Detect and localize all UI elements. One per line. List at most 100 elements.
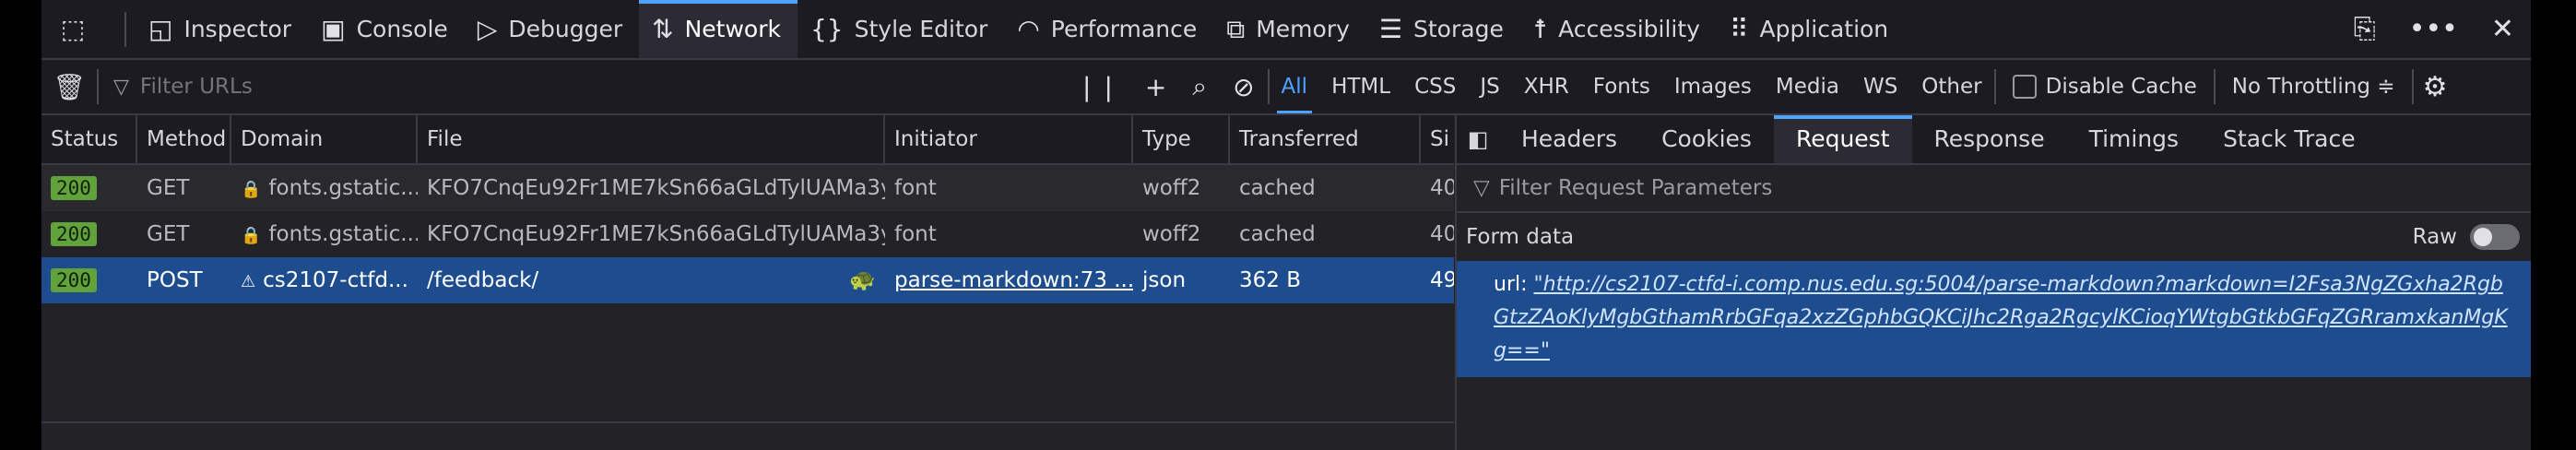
tab-memory[interactable]: ⧉ Memory <box>1213 0 1366 58</box>
initiator-cell: font <box>894 176 937 200</box>
status-cell: 200 <box>41 211 137 257</box>
filter-ws[interactable]: WS <box>1851 60 1909 113</box>
filter-all[interactable]: All <box>1270 60 1320 113</box>
size-cell: 40 <box>1430 176 1454 200</box>
transferred-cell: cached <box>1239 222 1316 246</box>
tab-timings[interactable]: Timings <box>2067 115 2202 163</box>
gear-icon[interactable]: ⚙ <box>2423 71 2448 103</box>
filter-xhr[interactable]: XHR <box>1512 60 1581 113</box>
domain-cell: ⚠ cs2107-ctfd... <box>231 257 418 303</box>
table-header: Status Method Domain File Initiator Type… <box>41 115 1454 165</box>
method-cell: POST <box>147 268 203 292</box>
lock-icon: 🔒 <box>241 226 262 245</box>
method-cell: GET <box>147 176 190 200</box>
filter-fonts[interactable]: Fonts <box>1581 60 1662 113</box>
clear-log-button[interactable]: 🗑 <box>41 72 97 102</box>
storage-icon: ☰ <box>1378 14 1403 44</box>
requests-table: Status Method Domain File Initiator Type… <box>41 115 1454 450</box>
dock-icon[interactable]: ⎘ <box>2354 13 2376 45</box>
more-options-icon[interactable]: ••• <box>2409 13 2458 45</box>
tab-cookies[interactable]: Cookies <box>1639 115 1774 163</box>
initiator-cell: parse-markdown:73 ... <box>885 257 1133 303</box>
close-icon[interactable]: ✕ <box>2491 13 2514 45</box>
tab-label: Debugger <box>508 16 623 42</box>
initiator-cell: font <box>894 222 937 246</box>
element-picker-button[interactable]: ⬚ <box>41 0 115 58</box>
table-row[interactable]: 200 GET 🔒 fonts.gstatic... KFO7CnqEu92Fr1… <box>41 165 1454 211</box>
toolbar-actions: ⎘ ••• ✕ <box>2337 0 2531 58</box>
console-icon: ▣ <box>321 14 346 44</box>
block-icon[interactable]: ⊘ <box>1233 72 1254 102</box>
tab-inspector[interactable]: ◱ Inspector <box>136 0 308 58</box>
column-transferred[interactable]: Transferred <box>1230 115 1421 163</box>
toolbar-divider <box>124 11 126 47</box>
param-value-link[interactable]: "http://cs2107-ctfd-i.comp.nus.edu.sg:50… <box>1494 273 2508 362</box>
tab-headers[interactable]: Headers <box>1499 115 1639 163</box>
tab-accessibility[interactable]: ☨ Accessibility <box>1520 0 1717 58</box>
filter-icon: ▽ <box>113 75 129 99</box>
column-file[interactable]: File <box>418 115 885 163</box>
insecure-lock-icon: ⚠ <box>241 272 256 291</box>
style-editor-icon: {} <box>809 14 844 44</box>
table-row[interactable]: 200 GET 🔒 fonts.gstatic... KFO7CnqEu92Fr1… <box>41 211 1454 257</box>
tab-console[interactable]: ▣ Console <box>308 0 465 58</box>
accessibility-icon: ☨ <box>1532 14 1548 44</box>
column-status[interactable]: Status <box>41 115 137 163</box>
tab-stack-trace[interactable]: Stack Trace <box>2201 115 2377 163</box>
filter-css[interactable]: CSS <box>1402 60 1468 113</box>
tab-request[interactable]: Request <box>1773 115 1912 163</box>
filter-request-parameters[interactable]: ▽ Filter Request Parameters <box>1457 165 2531 213</box>
domain-cell: 🔒 fonts.gstatic... <box>231 165 418 211</box>
throttling-select[interactable]: No Throttling ≑ <box>2216 75 2412 99</box>
tab-performance[interactable]: ◠ Performance <box>1004 0 1213 58</box>
column-initiator[interactable]: Initiator <box>885 115 1133 163</box>
domain-text: cs2107-ctfd... <box>263 268 408 292</box>
file-text: /feedback/ <box>427 268 539 292</box>
param-key: url: <box>1494 273 1528 296</box>
file-cell: KFO7CnqEu92Fr1ME7kSn66aGLdTylUAMa3yUBA <box>427 222 885 246</box>
raw-toggle[interactable] <box>2470 224 2520 250</box>
tab-style-editor[interactable]: {} Style Editor <box>798 0 1004 58</box>
filter-placeholder: Filter Request Parameters <box>1498 176 1773 200</box>
add-icon[interactable]: + <box>1145 72 1166 102</box>
pause-icon[interactable]: ❘❘ <box>1076 72 1119 102</box>
status-badge: 200 <box>51 268 97 292</box>
tab-response[interactable]: Response <box>1912 115 2067 163</box>
column-domain[interactable]: Domain <box>231 115 418 163</box>
toggle-panel-icon[interactable]: ◧ <box>1457 126 1499 152</box>
filter-js[interactable]: JS <box>1468 60 1511 113</box>
domain-cell: 🔒 fonts.gstatic... <box>231 211 418 257</box>
tab-network[interactable]: ⇅ Network <box>639 0 798 58</box>
tab-label: Performance <box>1050 16 1198 42</box>
url-param-row[interactable]: url: "http://cs2107-ctfd-i.comp.nus.edu.… <box>1457 261 2531 377</box>
form-data-label: Form data <box>1466 225 1575 249</box>
initiator-link[interactable]: parse-markdown:73 ... <box>894 268 1133 292</box>
filter-media[interactable]: Media <box>1764 60 1851 113</box>
tab-label: Network <box>684 16 781 42</box>
details-tabs: ◧ Headers Cookies Request Response Timin… <box>1457 115 2531 165</box>
search-icon[interactable]: ⌕ <box>1192 71 1207 102</box>
filter-urls-input[interactable] <box>137 74 972 100</box>
devtools-toolbar: ⬚ ◱ Inspector ▣ Console ▷ Debugger ⇅ Net… <box>41 0 2531 60</box>
performance-icon: ◠ <box>1017 14 1040 44</box>
filter-urls-box[interactable]: ▽ <box>99 74 1063 100</box>
network-filter-bar: 🗑 ▽ ❘❘ + ⌕ ⊘ All HTML CSS JS XHR Fonts I… <box>41 60 2531 115</box>
type-cell: woff2 <box>1142 222 1201 246</box>
filter-other[interactable]: Other <box>1909 60 1993 113</box>
size-cell: 40 <box>1430 222 1454 246</box>
tab-debugger[interactable]: ▷ Debugger <box>465 0 639 58</box>
column-size[interactable]: Si <box>1421 115 1454 163</box>
transferred-cell: 362 B <box>1239 268 1301 292</box>
tab-label: Accessibility <box>1558 16 1700 42</box>
filter-html[interactable]: HTML <box>1319 60 1402 113</box>
column-method[interactable]: Method <box>137 115 231 163</box>
tab-storage[interactable]: ☰ Storage <box>1366 0 1520 58</box>
transferred-cell: cached <box>1239 176 1316 200</box>
column-type[interactable]: Type <box>1133 115 1230 163</box>
debugger-icon: ▷ <box>477 14 498 44</box>
filter-images[interactable]: Images <box>1662 60 1764 113</box>
memory-icon: ⧉ <box>1226 13 1246 44</box>
table-row[interactable]: 200 POST ⚠ cs2107-ctfd... /feedback/ 🐢 pa… <box>41 257 1454 303</box>
disable-cache-checkbox[interactable]: Disable Cache <box>1996 75 2214 99</box>
tab-application[interactable]: ⠿ Application <box>1717 0 1905 58</box>
